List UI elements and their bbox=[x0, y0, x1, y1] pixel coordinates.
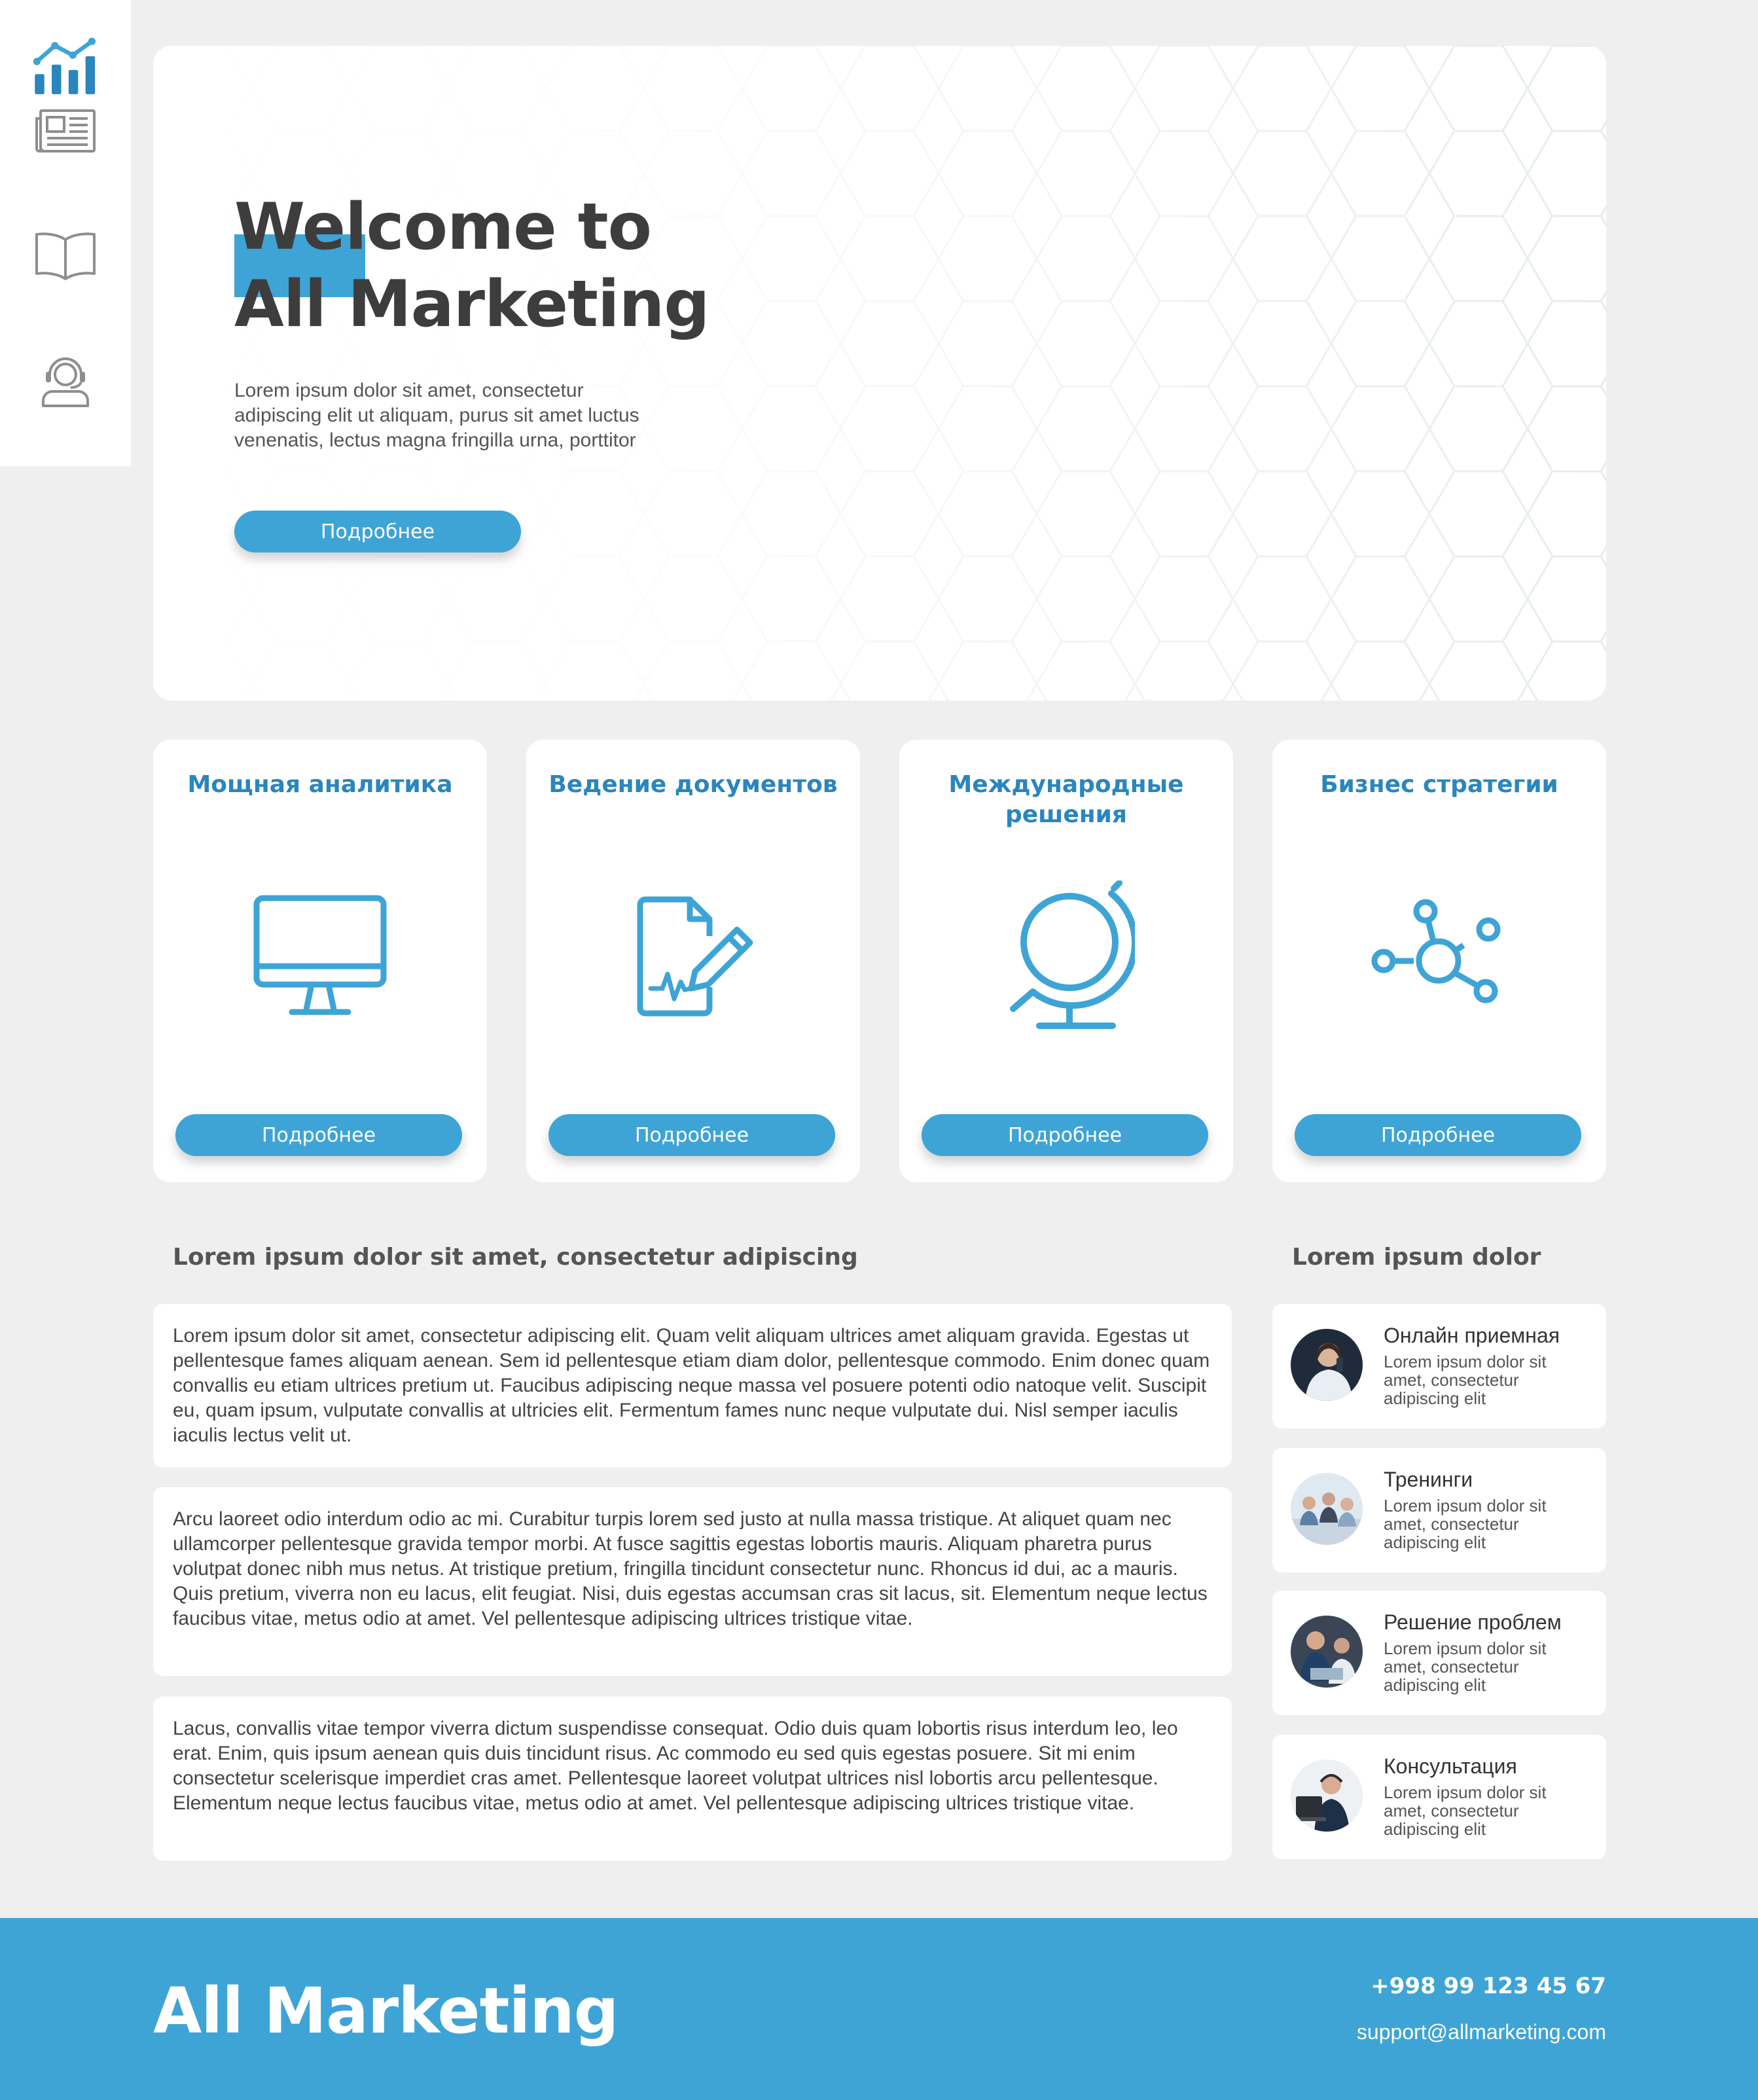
document-sign-icon bbox=[621, 884, 765, 1028]
avatar bbox=[1291, 1760, 1363, 1832]
service-title: Онлайн приемная bbox=[1384, 1324, 1560, 1347]
feature-title: Мощная аналитика bbox=[187, 771, 453, 798]
newspaper-icon[interactable] bbox=[33, 98, 98, 164]
globe-icon bbox=[994, 880, 1138, 1029]
feature-more-button[interactable]: Подробнее bbox=[1295, 1114, 1581, 1156]
feature-card-analytics: Мощная аналитика Подробнее bbox=[153, 740, 487, 1182]
footer-phone-link[interactable]: +998 99 123 45 67 bbox=[1371, 1973, 1606, 1999]
service-title: Тренинги bbox=[1384, 1468, 1473, 1491]
network-icon bbox=[1367, 884, 1511, 1028]
feature-card-documents: Ведение документов Подробнее bbox=[526, 740, 860, 1182]
hero-banner: Welcome to All Marketing Lorem ipsum dol… bbox=[153, 46, 1606, 700]
hero-description: Lorem ipsum dolor sit amet, consectetur … bbox=[234, 380, 639, 451]
footer-email-link[interactable]: support@allmarketing.com bbox=[1357, 2020, 1606, 2044]
avatar bbox=[1291, 1329, 1363, 1401]
avatar bbox=[1291, 1473, 1363, 1545]
service-item-trainings[interactable]: Тренинги Lorem ipsum dolor sit amet, con… bbox=[1272, 1448, 1606, 1572]
service-description: Lorem ipsum dolor sit amet, consectetur … bbox=[1384, 1783, 1547, 1839]
hexagon-pattern-background bbox=[153, 46, 1606, 700]
hero-title-line2: All Marketing bbox=[234, 267, 710, 342]
side-section-title: Lorem ipsum dolor bbox=[1292, 1244, 1541, 1271]
feature-more-button[interactable]: Подробнее bbox=[922, 1114, 1208, 1156]
monitor-icon bbox=[248, 884, 392, 1028]
bar-chart-icon[interactable] bbox=[33, 34, 98, 100]
service-item-problem-solving[interactable]: Решение проблем Lorem ipsum dolor sit am… bbox=[1272, 1591, 1606, 1715]
hero-title: Welcome to All Marketing bbox=[234, 189, 823, 343]
sidebar bbox=[0, 0, 131, 466]
feature-more-button[interactable]: Подробнее bbox=[548, 1114, 835, 1156]
avatar bbox=[1291, 1616, 1363, 1688]
footer-brand: All Marketing bbox=[153, 1974, 619, 2048]
service-description: Lorem ipsum dolor sit amet, consectetur … bbox=[1384, 1496, 1547, 1552]
feature-title: Международные решения bbox=[948, 771, 1184, 828]
feature-title: Бизнес стратегии bbox=[1320, 771, 1558, 798]
service-title: Консультация bbox=[1384, 1754, 1517, 1778]
feature-more-button[interactable]: Подробнее bbox=[175, 1114, 462, 1156]
service-title: Решение проблем bbox=[1384, 1610, 1562, 1634]
feature-card-strategy: Бизнес стратегии Подробнее bbox=[1272, 740, 1606, 1182]
hero-title-line1: Welcome to bbox=[234, 190, 652, 264]
main-section-title: Lorem ipsum dolor sit amet, consectetur … bbox=[173, 1244, 858, 1271]
book-icon[interactable] bbox=[33, 223, 98, 288]
text-block: Arcu laoreet odio interdum odio ac mi. C… bbox=[153, 1487, 1232, 1676]
headset-user-icon[interactable] bbox=[33, 348, 98, 414]
feature-card-international: Международные решения Подробнее bbox=[899, 740, 1233, 1182]
text-block: Lacus, convallis vitae tempor viverra di… bbox=[153, 1697, 1232, 1860]
feature-title: Ведение документов bbox=[548, 771, 838, 798]
footer: All Marketing +998 99 123 45 67 support@… bbox=[0, 1918, 1758, 2100]
paragraph: Arcu laoreet odio interdum odio ac mi. C… bbox=[173, 1508, 1208, 1629]
text-block: Lorem ipsum dolor sit amet, consectetur … bbox=[153, 1304, 1232, 1468]
service-item-consultation[interactable]: Консультация Lorem ipsum dolor sit amet,… bbox=[1272, 1735, 1606, 1859]
service-description: Lorem ipsum dolor sit amet, consectetur … bbox=[1384, 1638, 1547, 1695]
service-item-reception[interactable]: Онлайн приемная Lorem ipsum dolor sit am… bbox=[1272, 1304, 1606, 1428]
hero-more-button[interactable]: Подробнее bbox=[234, 511, 521, 552]
paragraph: Lacus, convallis vitae tempor viverra di… bbox=[173, 1718, 1178, 1814]
paragraph: Lorem ipsum dolor sit amet, consectetur … bbox=[173, 1325, 1210, 1446]
service-description: Lorem ipsum dolor sit amet, consectetur … bbox=[1384, 1352, 1547, 1408]
